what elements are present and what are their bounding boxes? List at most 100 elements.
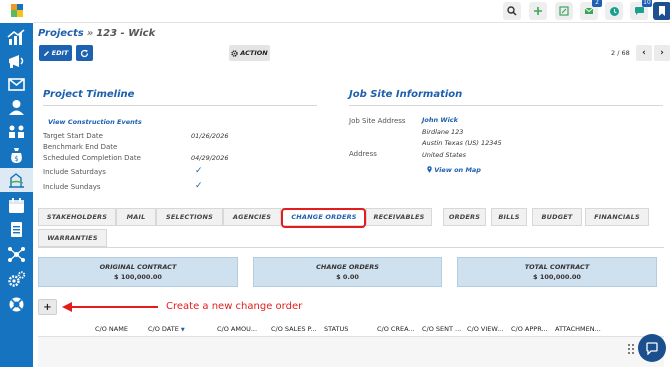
target-start-value: 01/26/2026 [191,132,229,140]
tab-content-border [38,247,664,248]
change-orders-value: $ 0.00 [336,273,359,281]
tab-stakeholders[interactable]: STAKEHOLDERS [38,208,116,226]
next-record-button[interactable]: › [654,45,670,61]
tab-selections[interactable]: SELECTIONS [156,208,223,226]
calendar-icon[interactable] [6,196,27,215]
tab-orders[interactable]: ORDERS [443,208,486,226]
view-on-map-label: View on Map [434,166,481,174]
annotation-text: Create a new change order [166,301,303,312]
tab-warranties[interactable]: WARRANTIES [38,229,107,247]
edit-button[interactable]: EDIT [39,45,72,61]
address-country: United States [422,151,467,159]
page-title: 123 - Wick [96,28,156,39]
change-orders-card: CHANGE ORDERS $ 0.00 [253,257,442,287]
column-header-co-viewed[interactable]: C/O VIEW... [467,325,503,333]
address-street: Birdlane 123 [422,128,464,136]
search-icon[interactable] [503,2,521,20]
benchmark-end-label: Benchmark End Date [43,143,118,151]
view-on-map-link[interactable]: View on Map [427,166,481,174]
dashboard-chart-icon[interactable] [6,28,27,47]
total-contract-value: $ 100,000.00 [533,273,581,281]
chevron-left-icon: ‹ [642,48,646,58]
record-pager: 2 / 68 [611,49,630,57]
job-site-title: Job Site Information [349,89,463,100]
previous-record-button[interactable]: ‹ [636,45,652,61]
money-bag-icon[interactable]: $ [6,146,27,165]
documents-icon[interactable] [6,220,27,239]
divider [349,105,663,106]
mail-notification-button[interactable]: 2 [580,0,602,20]
original-contract-card: ORIGINAL CONTRACT $ 100,000.00 [38,257,238,287]
column-header-co-sales-price[interactable]: C/O SALES P... [271,325,317,333]
sidebar: $ [0,0,33,367]
support-chat-button[interactable] [638,334,666,362]
annotation-arrow-icon [62,302,158,312]
contacts-person-icon[interactable] [6,98,27,117]
tab-receivables[interactable]: RECEIVABLES [366,208,432,226]
job-site-address-label: Job Site Address [349,117,406,125]
include-saturdays-label: Include Saturdays [43,168,106,176]
marketing-megaphone-icon[interactable] [6,52,27,71]
gear-icon [231,49,238,57]
edit-button-label: EDIT [51,49,69,57]
change-orders-title: CHANGE ORDERS [316,263,379,271]
scheduled-completion-label: Scheduled Completion Date [43,154,141,162]
bookmark-icon[interactable] [653,2,670,20]
refresh-icon [80,49,89,57]
column-header-co-amount[interactable]: C/O AMOU... [217,325,257,333]
settings-gears-icon[interactable] [6,270,27,289]
job-site-icon[interactable] [6,171,27,190]
column-header-attachments[interactable]: ATTACHMEN... [555,325,601,333]
mail-icon [584,7,594,14]
column-header-co-name[interactable]: C/O NAME [95,325,128,333]
top-bar: 2 10 [33,0,670,23]
original-contract-value: $ 100,000.00 [114,273,162,281]
scheduled-completion-value: 04/29/2026 [191,154,229,162]
refresh-button[interactable] [76,45,93,61]
original-contract-title: ORIGINAL CONTRACT [99,263,177,271]
svg-text:$: $ [14,155,18,163]
total-contract-card: TOTAL CONTRACT $ 100,000.00 [457,257,657,287]
clock-icon[interactable] [605,2,623,20]
chat-icon [634,7,644,15]
address-label: Address [349,150,377,158]
contact-name-link[interactable]: John Wick [422,116,458,124]
chat-count-badge: 10 [642,0,652,7]
view-construction-events-link[interactable]: View Construction Events [48,118,142,126]
support-lifebuoy-icon[interactable] [6,295,27,314]
table-body [38,336,664,367]
app-logo-icon[interactable] [0,0,33,23]
chat-notification-button[interactable]: 10 [630,0,652,20]
chevron-right-icon: › [660,48,664,58]
tab-financials[interactable]: FINANCIALS [585,208,649,226]
column-header-status[interactable]: STATUS [324,325,348,333]
edit-note-icon[interactable] [555,2,573,20]
tab-agencies[interactable]: AGENCIES [223,208,281,226]
mail-icon[interactable] [6,75,27,94]
network-icon[interactable] [6,245,27,264]
target-start-label: Target Start Date [43,132,103,140]
column-header-co-sent[interactable]: C/O SENT ... [422,325,461,333]
sort-descending-icon: ▼ [180,327,185,333]
breadcrumb-separator: » [86,28,94,39]
add-change-order-button[interactable]: + [38,299,57,315]
co-date-label: C/O DATE [148,325,179,333]
include-sundays-check-icon: ✓ [195,181,203,191]
column-header-co-created[interactable]: C/O CREA... [377,325,415,333]
projects-people-icon[interactable] [6,122,27,141]
pencil-icon [43,50,49,56]
breadcrumb-projects-link[interactable]: Projects [38,28,84,39]
mail-count-badge: 2 [592,0,602,7]
tab-mail[interactable]: MAIL [116,208,156,226]
column-header-co-date[interactable]: C/O DATE ▼ [148,325,185,333]
total-contract-title: TOTAL CONTRACT [524,263,590,271]
include-saturdays-check-icon: ✓ [195,166,203,176]
column-header-co-approved[interactable]: C/O APPR... [511,325,548,333]
tab-budget[interactable]: BUDGET [532,208,582,226]
drag-handle-icon[interactable] [627,343,635,355]
tab-bills[interactable]: BILLS [491,208,527,226]
chat-bubble-icon [646,341,658,355]
plus-icon[interactable] [529,2,547,20]
project-timeline-title: Project Timeline [43,89,135,100]
action-button[interactable]: ACTION [229,45,270,61]
